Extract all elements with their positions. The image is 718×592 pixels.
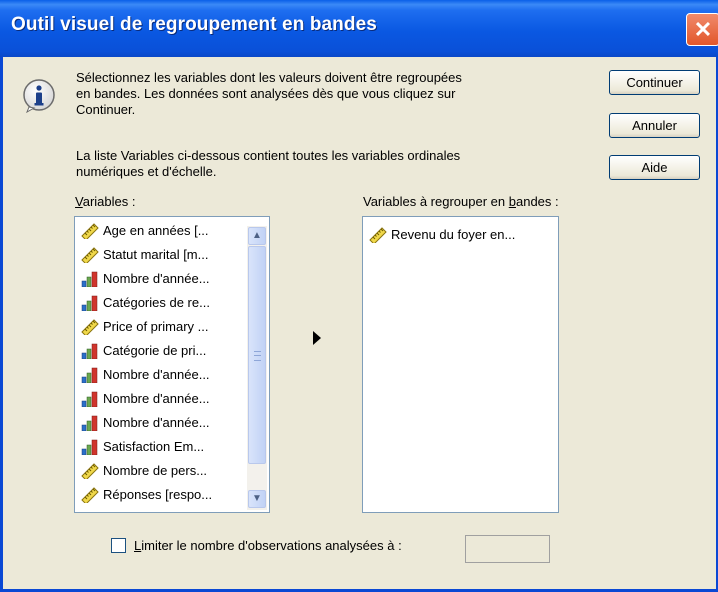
help-button[interactable]: Aide bbox=[609, 155, 700, 180]
instructions-line-1: Sélectionnez les variables dont les vale… bbox=[76, 70, 462, 85]
scrollbar-thumb[interactable] bbox=[248, 246, 266, 464]
variables-scrollbar[interactable]: ▲ ▼ bbox=[247, 226, 267, 510]
scale-ruler-icon bbox=[81, 463, 99, 479]
ordinal-bars-icon bbox=[81, 439, 98, 455]
scroll-down-button[interactable]: ▼ bbox=[248, 490, 266, 508]
variables-listbox[interactable]: Age en années [... Statut marital [m... No… bbox=[74, 216, 270, 513]
ordinal-bars-icon bbox=[81, 271, 98, 287]
list-item-label: Nombre de pers... bbox=[103, 463, 208, 478]
list-item-label: Nombre d'année... bbox=[103, 367, 210, 382]
list-item-label: Nombre d'année... bbox=[103, 391, 210, 406]
instructions-line-5: numériques et d'échelle. bbox=[76, 164, 217, 179]
scale-ruler-icon bbox=[81, 247, 99, 263]
list-item-label: Catégorie de pri... bbox=[103, 343, 207, 358]
instructions-line-3: Continuer. bbox=[76, 102, 136, 117]
close-button[interactable]: ✕ bbox=[686, 13, 718, 46]
scale-ruler-icon bbox=[369, 227, 387, 243]
list-item-label: Réponses [respo... bbox=[103, 487, 213, 502]
scroll-up-button[interactable]: ▲ bbox=[248, 227, 266, 245]
limit-label[interactable]: Limiter le nombre d'observations analysé… bbox=[134, 538, 402, 554]
bin-label-mnemonic: b bbox=[508, 194, 516, 209]
scale-ruler-icon bbox=[81, 319, 99, 335]
arrow-right-icon bbox=[313, 331, 321, 345]
scale-ruler-icon bbox=[81, 223, 99, 239]
title-bar[interactable]: Outil visuel de regroupement en bandes ✕ bbox=[0, 0, 718, 57]
bin-label-before: Variables à regrouper en bbox=[363, 194, 509, 209]
dialog-window: Outil visuel de regroupement en bandes ✕… bbox=[0, 0, 718, 592]
instructions-line-2: en bandes. Les données sont analysées dè… bbox=[76, 86, 456, 101]
chevron-up-icon: ▲ bbox=[252, 230, 262, 241]
ordinal-bars-icon bbox=[81, 343, 98, 359]
list-item-label: Statut marital [m... bbox=[103, 247, 209, 262]
grip-icon bbox=[254, 351, 261, 361]
variables-label-rest: ariables : bbox=[82, 194, 136, 209]
list-item-label: Revenu du foyer en... bbox=[391, 227, 516, 242]
chevron-down-icon: ▼ bbox=[252, 493, 262, 504]
limit-label-rest: imiter le nombre d'observations analysée… bbox=[141, 538, 402, 553]
bin-variables-label: Variables à regrouper en bandes : bbox=[363, 194, 559, 210]
ordinal-bars-icon bbox=[81, 367, 98, 383]
close-icon: ✕ bbox=[693, 17, 713, 42]
ordinal-bars-icon bbox=[81, 391, 98, 407]
list-item-label: Satisfaction Em... bbox=[103, 439, 205, 454]
variables-label-mnemonic: V bbox=[75, 194, 83, 209]
instructions-line-4: La liste Variables ci-dessous contient t… bbox=[76, 148, 461, 163]
limit-checkbox[interactable] bbox=[111, 538, 126, 553]
variables-label: Variables : bbox=[75, 194, 135, 210]
ordinal-bars-icon bbox=[81, 295, 98, 311]
list-item-label: Price of primary ... bbox=[103, 319, 209, 334]
list-item-label: Age en années [... bbox=[103, 223, 209, 238]
continue-button[interactable]: Continuer bbox=[609, 70, 700, 95]
ordinal-bars-icon bbox=[81, 415, 98, 431]
list-item-label: Nombre d'année... bbox=[103, 415, 210, 430]
info-icon bbox=[23, 79, 55, 113]
bin-variables-listbox[interactable]: Revenu du foyer en... bbox=[362, 216, 559, 513]
list-item-label: Catégories de re... bbox=[103, 295, 210, 310]
bin-label-after: andes : bbox=[515, 194, 559, 209]
limit-cases-input bbox=[465, 535, 550, 563]
scale-ruler-icon bbox=[81, 487, 99, 503]
cancel-button[interactable]: Annuler bbox=[609, 113, 700, 138]
move-right-arrow-button[interactable] bbox=[311, 330, 323, 346]
list-item-label: Nombre d'année... bbox=[103, 271, 210, 286]
window-title: Outil visuel de regroupement en bandes bbox=[11, 14, 377, 35]
